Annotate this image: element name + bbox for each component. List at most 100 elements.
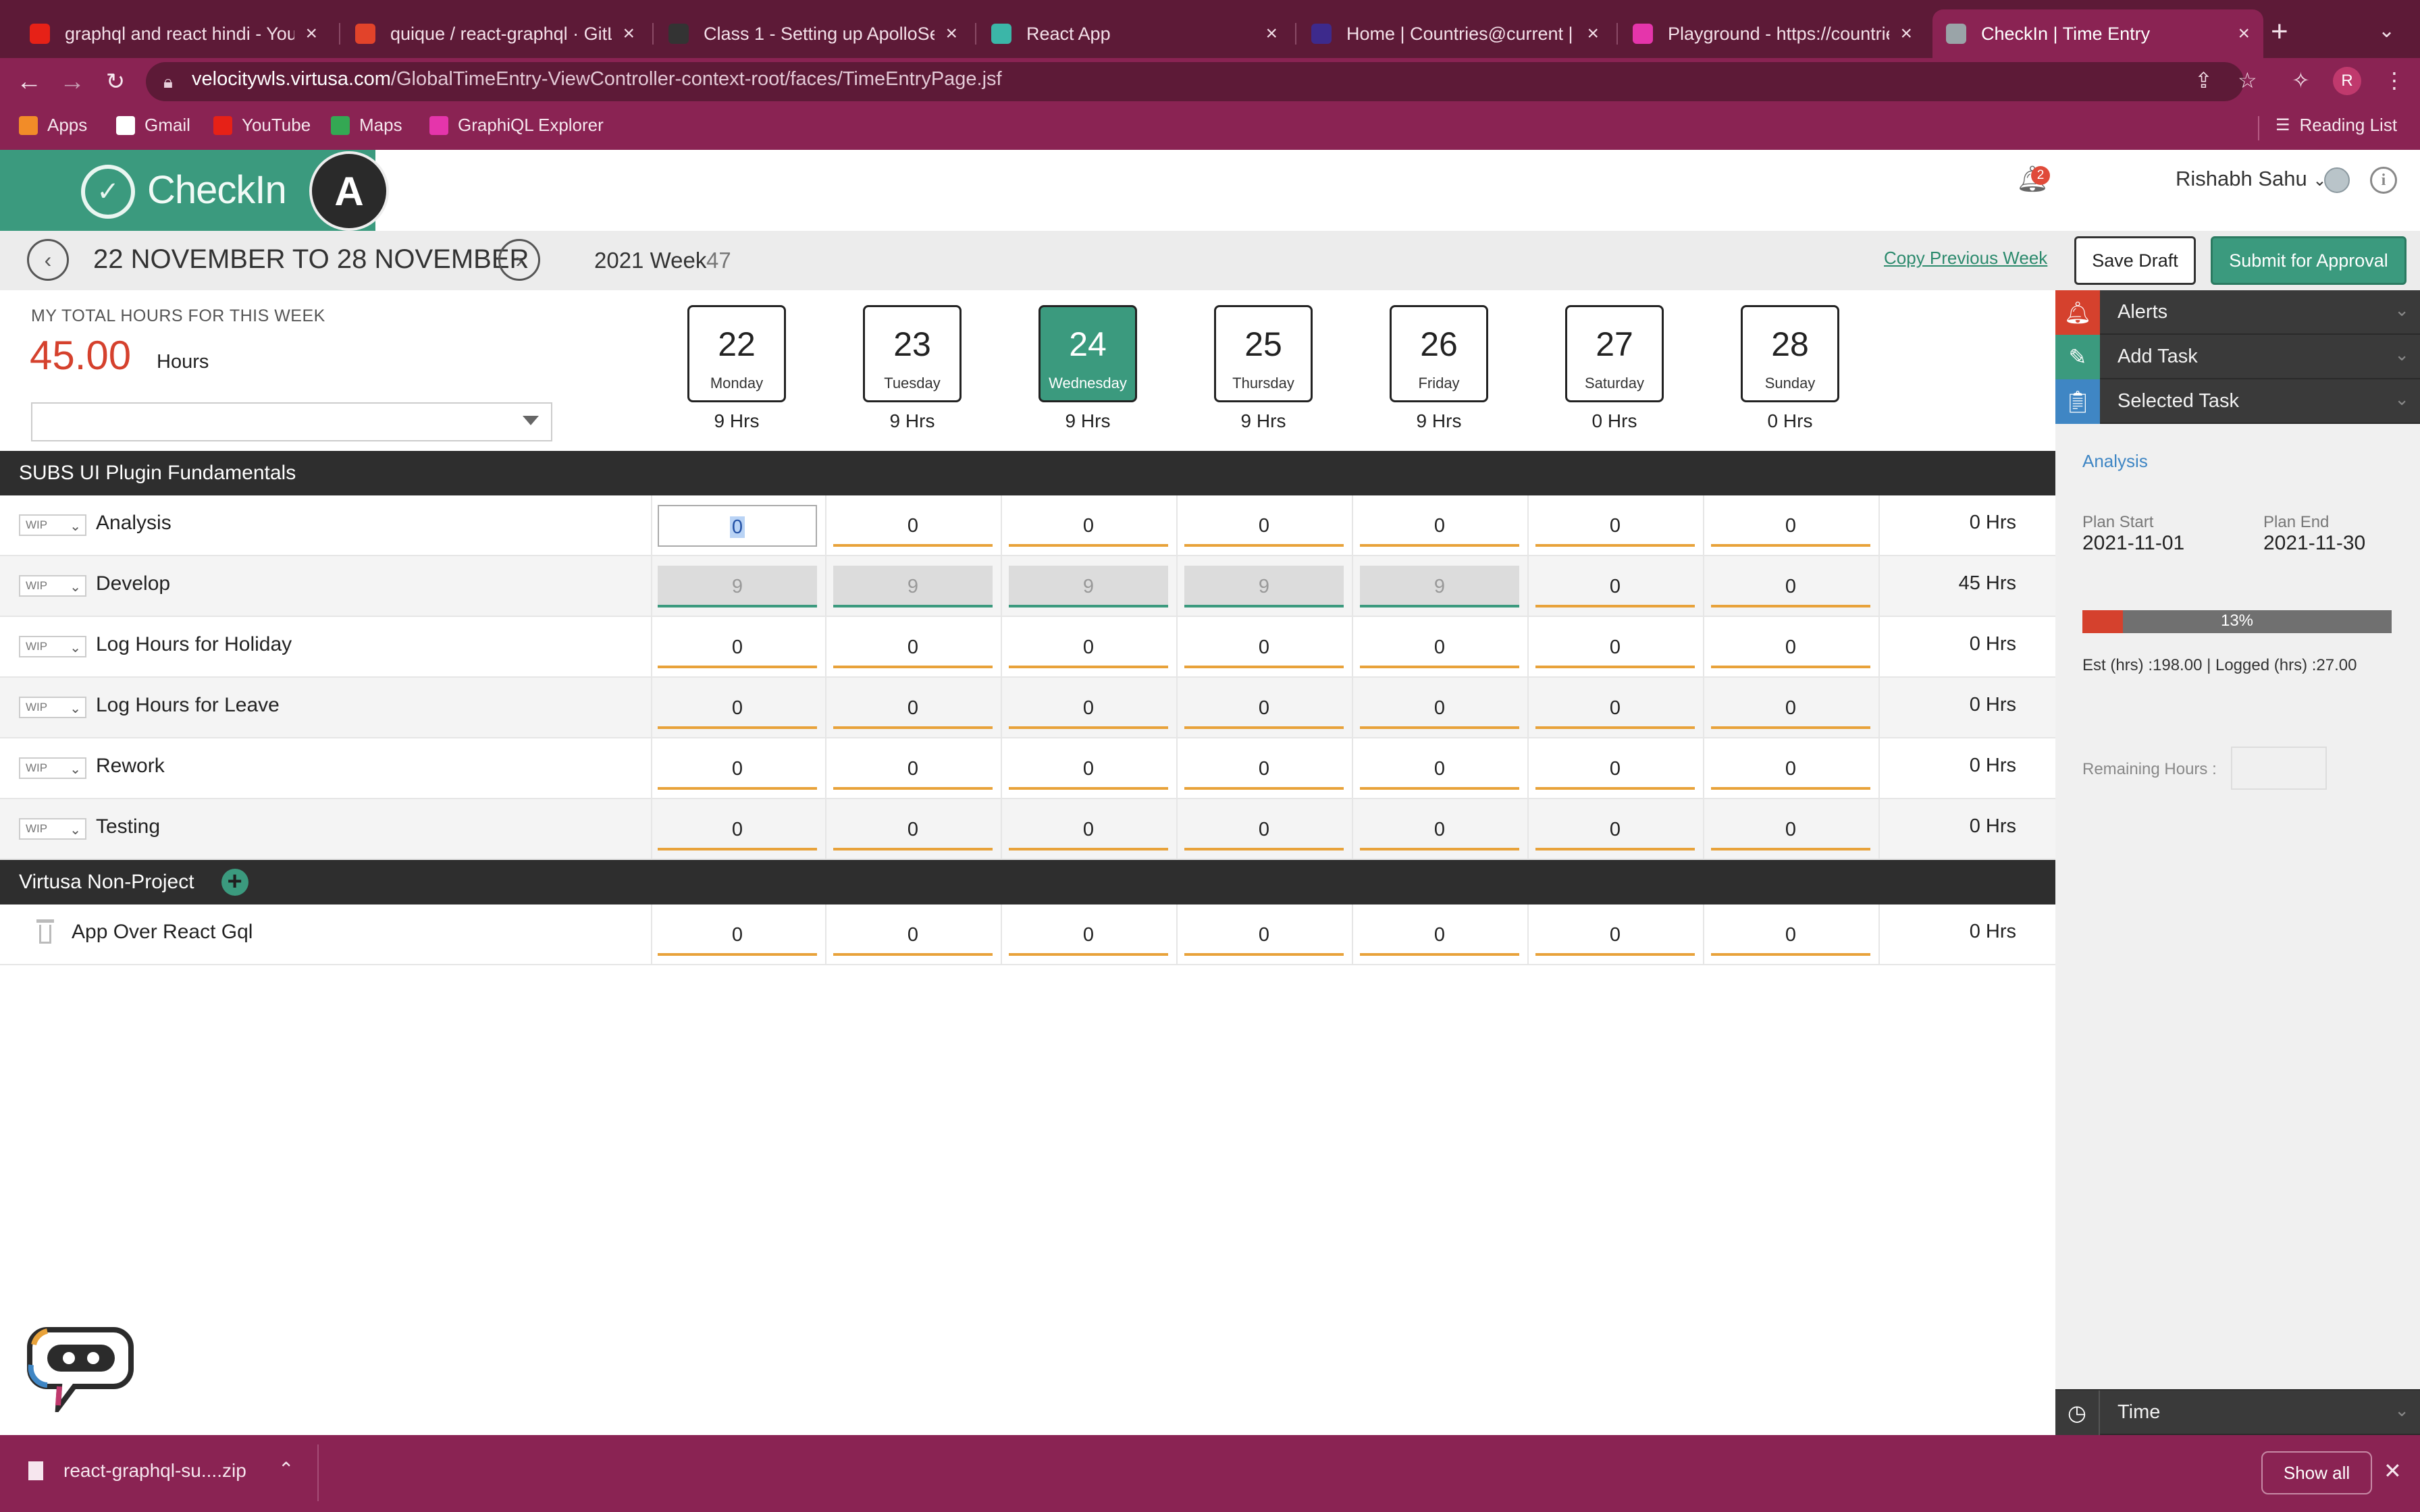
add-task-button[interactable]: + — [221, 869, 248, 896]
time-panel-header[interactable]: ◷ Time ⌄ — [2055, 1390, 2420, 1435]
browser-tab[interactable]: Class 1 - Setting up ApolloServer × — [655, 9, 971, 58]
hours-input-saturday[interactable]: 0 — [1535, 914, 1695, 956]
submit-for-approval-button[interactable]: Submit for Approval — [2211, 236, 2406, 285]
day-header-thursday[interactable]: 25 Thursday — [1214, 305, 1313, 402]
tab-close-icon[interactable]: × — [1900, 22, 1912, 45]
hours-input-wednesday[interactable]: 0 — [1009, 505, 1168, 547]
day-header-monday[interactable]: 22 Monday — [687, 305, 786, 402]
tab-search-chevron-icon[interactable]: ⌄ — [2378, 19, 2395, 43]
hours-input-saturday[interactable]: 0 — [1535, 809, 1695, 850]
previous-week-button[interactable]: ‹ — [27, 239, 69, 281]
bookmark-item[interactable]: GraphiQL Explorer — [429, 115, 604, 136]
hours-input-sunday[interactable]: 0 — [1711, 687, 1870, 729]
tab-close-icon[interactable]: × — [1265, 22, 1278, 45]
browser-tab[interactable]: Playground - https://countries.trevorbla… — [1619, 9, 1926, 58]
hours-input-thursday[interactable]: 0 — [1184, 687, 1344, 729]
hours-input-sunday[interactable]: 0 — [1711, 914, 1870, 956]
hours-input-sunday[interactable]: 0 — [1711, 566, 1870, 608]
hours-input-tuesday[interactable]: 0 — [833, 809, 993, 850]
hours-input-monday[interactable]: 0 — [658, 914, 817, 956]
browser-tab[interactable]: CheckIn | Time Entry × — [1932, 9, 2263, 58]
hours-input-monday[interactable]: 0 — [658, 687, 817, 729]
extensions-puzzle-icon[interactable]: ✧ — [2292, 68, 2310, 93]
task-status-select[interactable]: WIP ⌄ — [19, 697, 86, 718]
hours-input-monday[interactable]: 0 — [658, 505, 817, 547]
hours-input-wednesday[interactable]: 0 — [1009, 626, 1168, 668]
hours-input-friday[interactable]: 0 — [1360, 505, 1519, 547]
hours-input-tuesday[interactable]: 0 — [833, 914, 993, 956]
chevron-up-icon[interactable]: ⌃ — [278, 1458, 294, 1480]
hours-input-friday[interactable]: 0 — [1360, 809, 1519, 850]
hours-input-friday[interactable]: 0 — [1360, 914, 1519, 956]
reading-list-button[interactable]: ☰ Reading List — [2276, 115, 2397, 136]
back-arrow-icon[interactable]: ← — [12, 65, 46, 99]
user-menu[interactable]: Rishabh Sahu ⌄ — [2176, 167, 2326, 191]
save-draft-button[interactable]: Save Draft — [2074, 236, 2196, 285]
tab-close-icon[interactable]: × — [623, 22, 635, 45]
lock-icon[interactable]: 🔒︎ — [163, 72, 173, 93]
alerts-panel-header[interactable]: 🔔︎ Alerts ⌄ — [2055, 290, 2420, 335]
task-status-select[interactable]: WIP ⌄ — [19, 575, 86, 597]
hours-input-friday[interactable]: 0 — [1360, 626, 1519, 668]
hours-input-thursday[interactable]: 0 — [1184, 505, 1344, 547]
day-header-sunday[interactable]: 28 Sunday — [1741, 305, 1839, 402]
browser-menu-icon[interactable]: ⋮ — [2384, 68, 2405, 93]
close-download-bar-icon[interactable]: ✕ — [2384, 1458, 2402, 1484]
bookmark-star-icon[interactable]: ☆ — [2238, 68, 2257, 93]
day-header-tuesday[interactable]: 23 Tuesday — [863, 305, 962, 402]
hours-input-saturday[interactable]: 0 — [1535, 748, 1695, 790]
profile-avatar[interactable]: R — [2333, 67, 2361, 95]
hours-input-saturday[interactable]: 0 — [1535, 626, 1695, 668]
browser-tab[interactable]: quique / react-graphql · GitLab × — [342, 9, 648, 58]
bookmark-item[interactable]: Maps — [331, 115, 402, 136]
browser-tab[interactable]: Home | Countries@current | Studio × — [1298, 9, 1612, 58]
day-header-wednesday[interactable]: 24 Wednesday — [1038, 305, 1137, 402]
info-icon[interactable]: i — [2370, 167, 2397, 194]
delete-task-icon[interactable] — [36, 919, 54, 944]
add-task-panel-header[interactable]: ✎ Add Task ⌄ — [2055, 335, 2420, 379]
selected-task-panel-header[interactable]: 📋︎ Selected Task ⌄ — [2055, 379, 2420, 424]
download-item[interactable]: react-graphql-su....zip — [28, 1460, 246, 1482]
reload-icon[interactable]: ↻ — [99, 65, 132, 99]
day-header-saturday[interactable]: 27 Saturday — [1565, 305, 1664, 402]
hours-input-thursday[interactable]: 0 — [1184, 748, 1344, 790]
hours-input-monday[interactable]: 0 — [658, 748, 817, 790]
hours-input-sunday[interactable]: 0 — [1711, 809, 1870, 850]
hours-input-saturday[interactable]: 0 — [1535, 505, 1695, 547]
task-status-select[interactable]: WIP ⌄ — [19, 514, 86, 536]
hours-input-wednesday[interactable]: 0 — [1009, 809, 1168, 850]
task-status-select[interactable]: WIP ⌄ — [19, 818, 86, 840]
hours-input-monday[interactable]: 0 — [658, 626, 817, 668]
hours-input-tuesday[interactable]: 0 — [833, 687, 993, 729]
hours-input-sunday[interactable]: 0 — [1711, 748, 1870, 790]
next-week-button[interactable]: › — [498, 239, 540, 281]
day-header-friday[interactable]: 26 Friday — [1390, 305, 1488, 402]
remaining-hours-input[interactable] — [2231, 747, 2327, 790]
bookmark-item[interactable]: YouTube — [213, 115, 311, 136]
show-all-downloads-button[interactable]: Show all — [2261, 1451, 2372, 1494]
hours-input-sunday[interactable]: 0 — [1711, 505, 1870, 547]
copy-previous-week-link[interactable]: Copy Previous Week — [1884, 248, 2047, 269]
browser-tab[interactable]: React App × — [978, 9, 1291, 58]
hours-input-saturday[interactable]: 0 — [1535, 687, 1695, 729]
tab-close-icon[interactable]: × — [945, 22, 957, 45]
browser-tab[interactable]: graphql and react hindi - YouTube × — [16, 9, 331, 58]
hours-input-thursday[interactable]: 0 — [1184, 809, 1344, 850]
bookmark-item[interactable]: Gmail — [116, 115, 190, 136]
chat-assistant-icon[interactable] — [27, 1324, 135, 1412]
hours-input-wednesday[interactable]: 0 — [1009, 914, 1168, 956]
bookmark-item[interactable]: Apps — [19, 115, 87, 136]
hours-input-saturday[interactable]: 0 — [1535, 566, 1695, 608]
hours-input-friday[interactable]: 0 — [1360, 687, 1519, 729]
hours-input-monday[interactable]: 0 — [658, 809, 817, 850]
address-url[interactable]: velocitywls.virtusa.com/GlobalTimeEntry-… — [192, 68, 1002, 90]
hours-input-thursday[interactable]: 0 — [1184, 914, 1344, 956]
tab-close-icon[interactable]: × — [1587, 22, 1599, 45]
task-status-select[interactable]: WIP ⌄ — [19, 636, 86, 657]
user-avatar[interactable] — [2324, 167, 2350, 193]
hours-input-wednesday[interactable]: 0 — [1009, 687, 1168, 729]
hours-input-thursday[interactable]: 0 — [1184, 626, 1344, 668]
share-icon[interactable]: ⇪ — [2194, 68, 2213, 93]
hours-input-sunday[interactable]: 0 — [1711, 626, 1870, 668]
tab-close-icon[interactable]: × — [2238, 22, 2250, 45]
